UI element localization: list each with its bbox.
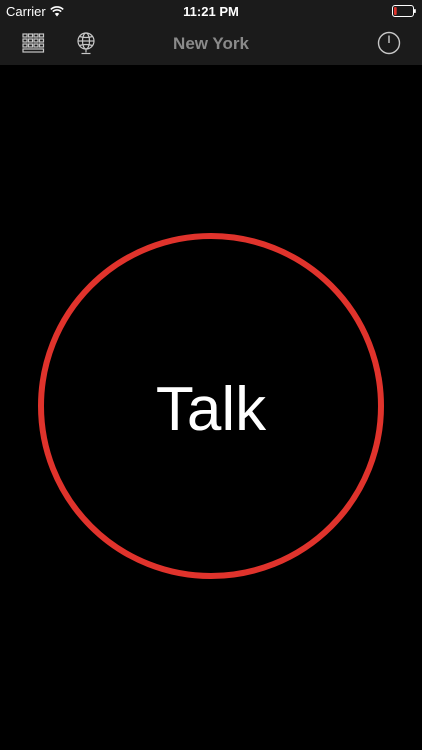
battery-fill: [394, 7, 397, 15]
talk-label: Talk: [155, 374, 267, 444]
nav-bar: New York: [0, 22, 422, 65]
status-bar: Carrier 11:21 PM: [0, 0, 422, 22]
power-icon[interactable]: [376, 30, 402, 56]
battery-low-icon: [392, 5, 416, 17]
status-time: 11:21 PM: [183, 4, 239, 19]
nav-title: New York: [173, 34, 249, 53]
talk-button[interactable]: Talk: [38, 233, 384, 579]
